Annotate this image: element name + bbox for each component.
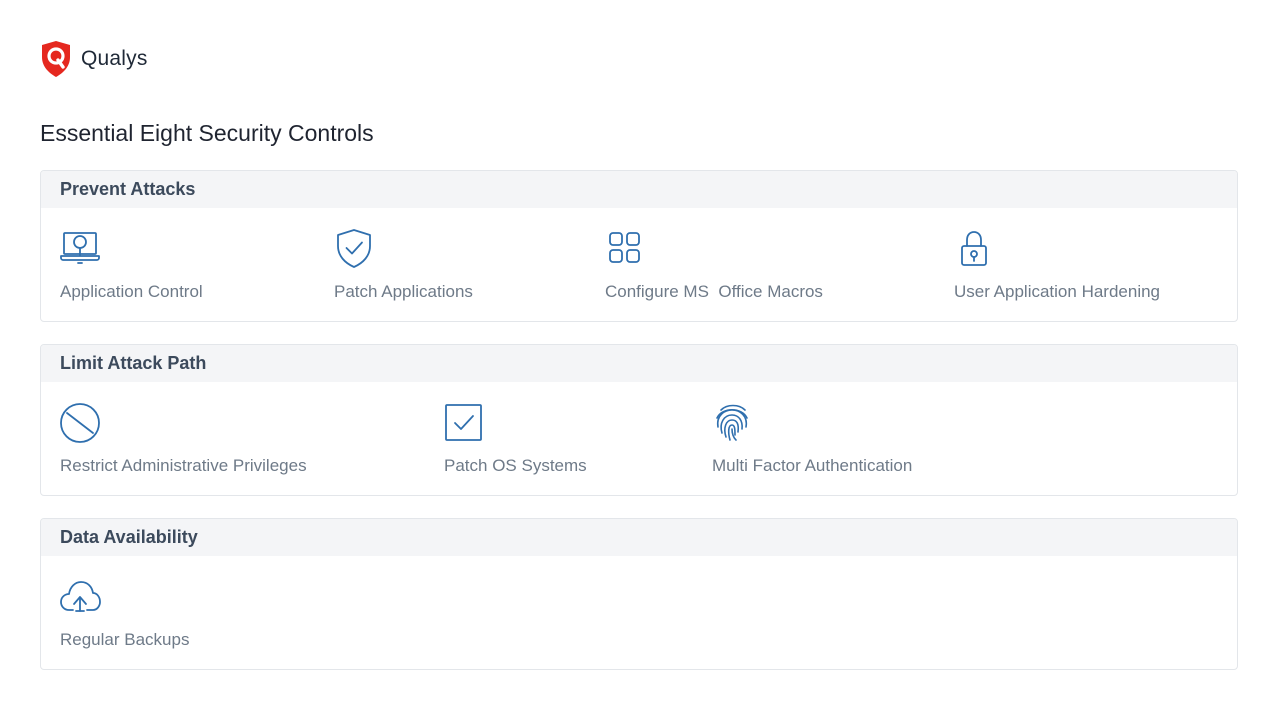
control-patch-applications[interactable]: Patch Applications — [334, 229, 473, 301]
control-user-application-hardening[interactable]: User Application Hardening — [954, 229, 1160, 301]
section-limit-attack-path: Limit Attack Path Restrict Administrativ… — [40, 344, 1238, 496]
item-label: Patch OS Systems — [444, 456, 587, 475]
section-data-availability: Data Availability Regular Backups — [40, 518, 1238, 670]
prohibited-icon — [60, 403, 104, 443]
control-restrict-administrative-privileges[interactable]: Restrict Administrative Privileges — [60, 403, 307, 475]
item-label: Configure MS Office Macros — [605, 282, 823, 301]
page: Qualys Essential Eight Security Controls… — [0, 0, 1280, 712]
cloud-upload-icon — [60, 577, 104, 617]
control-application-control[interactable]: Application Control — [60, 229, 203, 301]
item-label: User Application Hardening — [954, 282, 1161, 301]
qualys-logo[interactable]: Qualys — [40, 40, 148, 78]
section-title: Prevent Attacks — [41, 171, 1237, 208]
section-title: Limit Attack Path — [41, 345, 1237, 382]
page-title: Essential Eight Security Controls — [40, 120, 374, 146]
laptop-search-icon — [60, 229, 104, 269]
grid-apps-icon — [605, 229, 649, 269]
qualys-shield-icon — [42, 41, 70, 77]
control-multi-factor-authentication[interactable]: Multi Factor Authentication — [712, 403, 912, 475]
shield-check-icon — [334, 229, 378, 269]
item-label: Application Control — [60, 282, 203, 301]
item-label: Regular Backups — [60, 630, 190, 649]
item-label: Patch Applications — [334, 282, 473, 301]
padlock-icon — [954, 229, 998, 269]
fingerprint-icon — [712, 403, 756, 443]
control-patch-os-systems[interactable]: Patch OS Systems — [444, 403, 587, 475]
control-regular-backups[interactable]: Regular Backups — [60, 577, 189, 649]
item-label: Multi Factor Authentication — [712, 456, 913, 475]
control-configure-ms-office-macros[interactable]: Configure MS Office Macros — [605, 229, 823, 301]
checkbox-icon — [444, 403, 488, 443]
brand-name: Qualys — [81, 47, 148, 70]
section-title: Data Availability — [41, 519, 1237, 556]
item-label: Restrict Administrative Privileges — [60, 456, 307, 475]
section-prevent-attacks: Prevent Attacks Application Control Patc… — [40, 170, 1238, 322]
